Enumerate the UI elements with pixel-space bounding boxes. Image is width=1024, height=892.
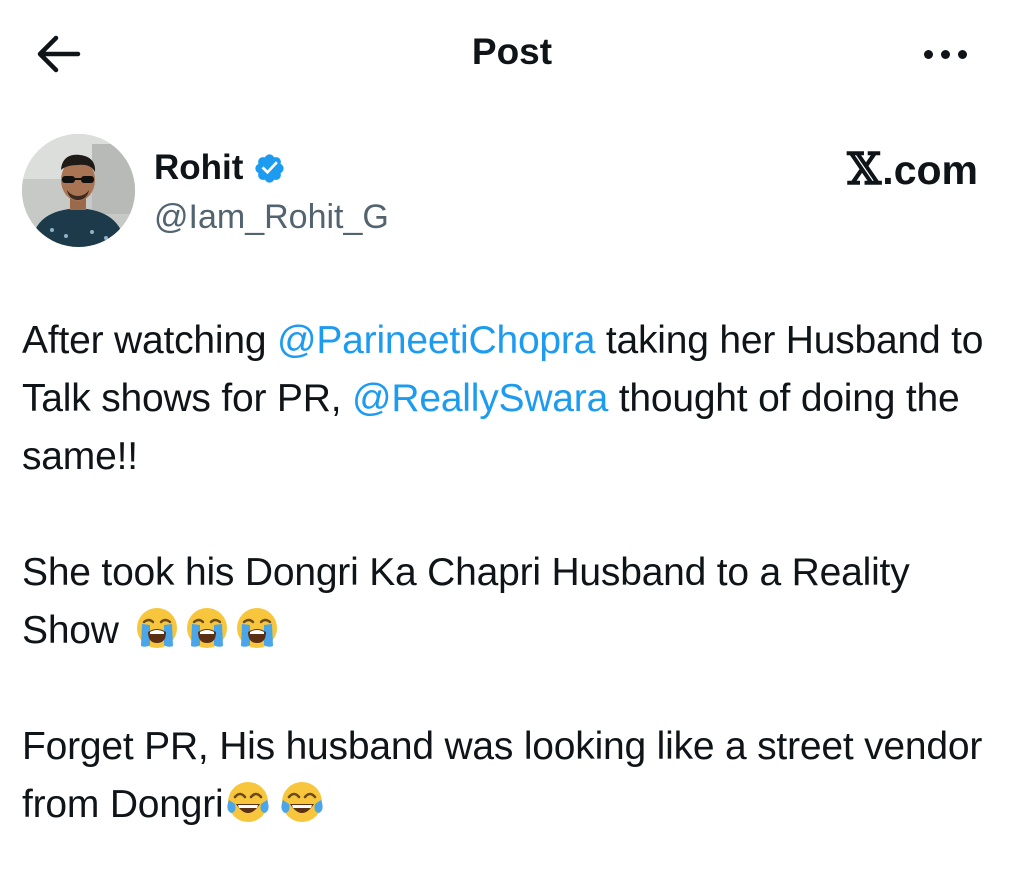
tweet-text: After watching @ParineetiChopra taking h… [22, 312, 1002, 892]
mention-link-parineetichopra[interactable]: @ParineetiChopra [277, 319, 595, 362]
page-title: Post [471, 31, 553, 72]
tears-of-joy-face-icon [280, 782, 323, 822]
tweet-text-segment: After watching [22, 319, 277, 362]
x-logo-icon: 𝕏 [847, 144, 882, 195]
tears-of-joy-face-icon [226, 782, 269, 822]
source-watermark: 𝕏 .com [847, 146, 978, 194]
loudly-crying-face-icon [137, 608, 178, 648]
source-domain: .com [882, 147, 978, 193]
tweet-paragraph-1: After watching @ParineetiChopra taking h… [22, 312, 1002, 486]
more-horizontal-icon [924, 50, 933, 59]
mention-link-reallyswara[interactable]: @ReallySwara [352, 377, 608, 420]
avatar[interactable] [22, 134, 135, 247]
loudly-crying-face-icon [237, 608, 278, 648]
author-name-text: Rohit [154, 148, 244, 187]
verified-badge-icon [255, 153, 285, 183]
tweet-text-segment: Forget PR, His husband was looking like … [22, 725, 983, 826]
tweet-paragraph-2: She took his Dongri Ka Chapri Husband to… [22, 544, 1002, 660]
author-name[interactable]: Rohit [154, 147, 286, 189]
tweet-paragraph-3: Forget PR, His husband was looking like … [22, 718, 1002, 834]
more-options-button[interactable] [918, 36, 974, 72]
avatar-photo [22, 134, 135, 247]
loudly-crying-face-icon [187, 608, 228, 648]
author-handle[interactable]: @Iam_Rohit_G [154, 196, 389, 238]
post-header: Post [0, 0, 1024, 105]
